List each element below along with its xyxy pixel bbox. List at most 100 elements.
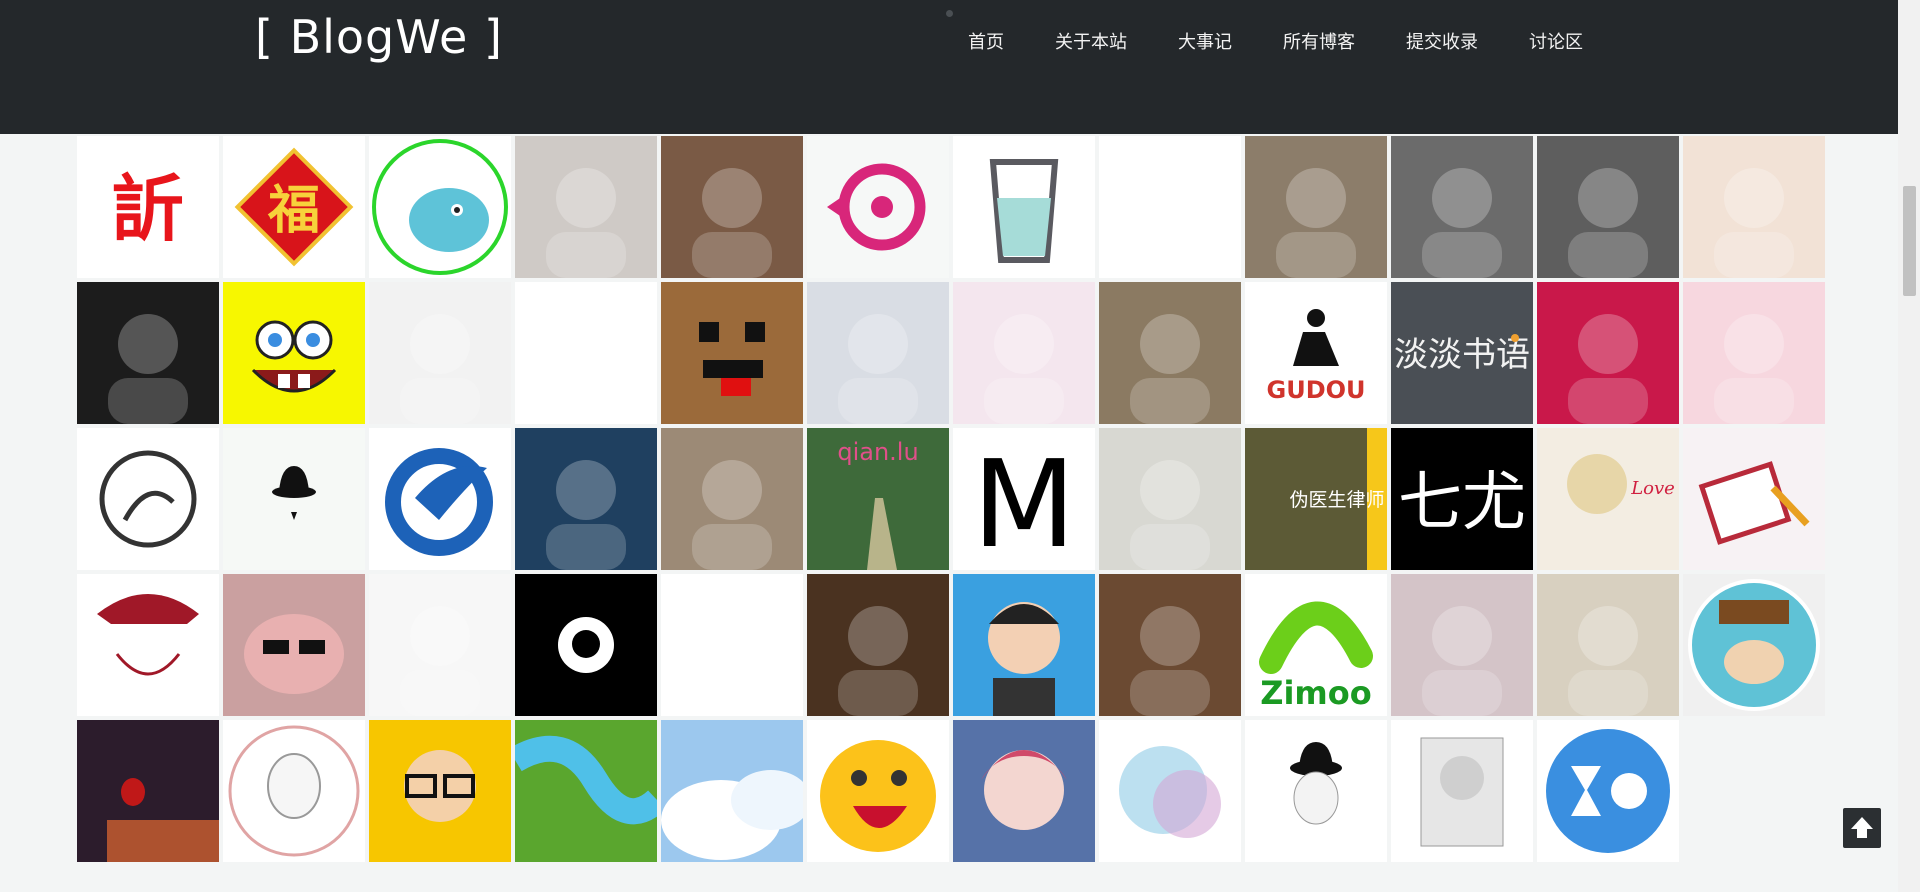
white-cup-red-icon: [1568, 314, 1648, 424]
back-to-top-button[interactable]: [1843, 808, 1881, 848]
blog-avatar-link[interactable]: 七尤: [1391, 428, 1533, 570]
blog-avatar-link[interactable]: GUDOU: [1245, 282, 1387, 424]
blue-bird-logo-icon: [385, 448, 493, 556]
blog-avatar-link[interactable]: [807, 574, 949, 716]
blog-avatar-link[interactable]: [807, 282, 949, 424]
blog-avatar-link[interactable]: [953, 574, 1095, 716]
blog-avatar-link[interactable]: [1391, 720, 1533, 862]
blog-avatar-link[interactable]: [515, 282, 657, 424]
svg-text:M: M: [972, 436, 1076, 570]
blog-avatar-link[interactable]: [1537, 574, 1679, 716]
blog-avatar-link[interactable]: M: [953, 428, 1095, 570]
blog-avatar-link[interactable]: [661, 136, 803, 278]
blog-avatar-link[interactable]: [369, 282, 511, 424]
blog-avatar-link[interactable]: [661, 574, 803, 716]
blog-avatar-link[interactable]: Zimoo: [1245, 574, 1387, 716]
svg-text:伪医生律师: 伪医生律师: [1289, 489, 1384, 511]
blog-avatar-link[interactable]: [953, 720, 1095, 862]
blog-avatar-link[interactable]: [515, 574, 657, 716]
svg-text:淡淡书语: 淡淡书语: [1394, 335, 1530, 375]
calligraphy-dark-icon: 淡淡书语: [1394, 334, 1530, 375]
blog-avatar-link[interactable]: [369, 136, 511, 278]
svg-text:Zimoo: Zimoo: [1260, 674, 1371, 712]
nav-submit[interactable]: 提交收录: [1406, 28, 1478, 54]
blog-avatar-link[interactable]: [77, 574, 219, 716]
fake-doctor-cat-icon: 伪医生律师: [1289, 428, 1387, 570]
svg-text:福: 福: [267, 180, 320, 241]
blog-avatar-link[interactable]: [77, 720, 219, 862]
pink-speech-circle-icon: [827, 163, 926, 251]
blog-avatar-link[interactable]: [515, 720, 657, 862]
blog-avatar-link[interactable]: [953, 282, 1095, 424]
anime-boy-street-icon: [1422, 606, 1502, 716]
blog-avatar-link[interactable]: [661, 720, 803, 862]
blog-avatar-link[interactable]: [369, 720, 511, 862]
nav-all-blogs[interactable]: 所有博客: [1283, 28, 1355, 54]
vertical-scrollbar[interactable]: [1898, 0, 1920, 892]
blog-avatar-link[interactable]: [77, 282, 219, 424]
blog-avatar-link[interactable]: [1099, 720, 1241, 862]
clouds-sky-icon: [661, 770, 803, 860]
blog-avatar-link[interactable]: [1391, 574, 1533, 716]
blog-avatar-link[interactable]: Love: [1537, 428, 1679, 570]
blog-avatar-link[interactable]: [1099, 574, 1241, 716]
man-pencil-portrait-icon: [1420, 737, 1504, 847]
blog-avatar-link[interactable]: [1245, 720, 1387, 862]
blog-avatar-link[interactable]: [1683, 136, 1825, 278]
nav-discussion[interactable]: 讨论区: [1529, 28, 1583, 54]
blog-avatar-link[interactable]: [1537, 136, 1679, 278]
polar-bear-icon: [1568, 168, 1648, 278]
blog-avatar-link[interactable]: [515, 428, 657, 570]
man-glasses-photo-icon: [692, 168, 772, 278]
pig-sunglasses-icon: [244, 614, 344, 694]
nav-about[interactable]: 关于本站: [1055, 28, 1127, 54]
blog-avatar-link[interactable]: [515, 136, 657, 278]
blog-avatar-link[interactable]: [1099, 136, 1241, 278]
blog-avatar-link[interactable]: [1683, 282, 1825, 424]
toy-figure-photo-icon: [838, 606, 918, 716]
white-cat-photo-icon: [546, 168, 626, 278]
nav-events[interactable]: 大事记: [1178, 28, 1232, 54]
blog-avatar-link[interactable]: 伪医生律师: [1245, 428, 1387, 570]
blog-avatar-link[interactable]: [1537, 720, 1679, 862]
blog-avatar-link[interactable]: [1683, 428, 1825, 570]
blog-avatar-link[interactable]: [1099, 282, 1241, 424]
blog-avatar-link[interactable]: [77, 428, 219, 570]
site-logo[interactable]: [ BlogWe ]: [255, 10, 503, 64]
dark-sky-photo-icon: [546, 460, 626, 570]
blog-avatar-link[interactable]: [369, 428, 511, 570]
red-calligraphy-logo-icon: 訢: [112, 166, 184, 251]
blog-avatar-link[interactable]: [661, 428, 803, 570]
blog-avatar-link[interactable]: [807, 136, 949, 278]
scrollbar-thumb[interactable]: [1903, 186, 1916, 296]
cartoon-couple-icon: [1714, 314, 1794, 424]
blog-avatar-link[interactable]: [1245, 136, 1387, 278]
blog-avatar-link[interactable]: [1683, 574, 1825, 716]
nav-home[interactable]: 首页: [968, 28, 1004, 54]
up-arrow-icon: [1851, 817, 1873, 838]
water-glass-icon: [989, 159, 1059, 263]
girl-hat-illustration-icon: [1714, 168, 1794, 278]
calligraphy-white-icon: 七尤: [1398, 466, 1526, 540]
fu-new-year-diamond-icon: 福: [234, 147, 354, 267]
svg-text:GUDOU: GUDOU: [1267, 376, 1366, 404]
blog-avatar-link[interactable]: [661, 282, 803, 424]
blog-avatar-link[interactable]: [369, 574, 511, 716]
blog-avatar-link[interactable]: 訢: [77, 136, 219, 278]
blog-avatar-link[interactable]: [223, 428, 365, 570]
cartoon-boy-icon: [1130, 168, 1210, 278]
christmas-collage-icon: [692, 460, 772, 570]
man-portrait-photo-icon: [1276, 168, 1356, 278]
blog-avatar-link[interactable]: [223, 720, 365, 862]
blog-avatar-link[interactable]: [807, 720, 949, 862]
blog-avatar-link[interactable]: qian.lu: [807, 428, 949, 570]
blog-avatar-link[interactable]: [223, 282, 365, 424]
line-cat-icon: [99, 450, 197, 548]
blog-avatar-link[interactable]: [1391, 136, 1533, 278]
blog-avatar-link[interactable]: 淡淡书语: [1391, 282, 1533, 424]
blog-avatar-link[interactable]: 福: [223, 136, 365, 278]
blog-avatar-link[interactable]: [1099, 428, 1241, 570]
blog-avatar-link[interactable]: [223, 574, 365, 716]
blog-avatar-link[interactable]: [1537, 282, 1679, 424]
blog-avatar-link[interactable]: [953, 136, 1095, 278]
